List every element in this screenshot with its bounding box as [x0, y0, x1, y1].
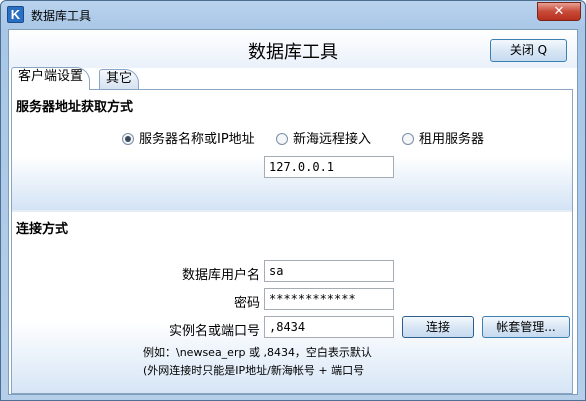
- radio-selected-icon: [122, 133, 134, 145]
- radio-unselected-icon: [276, 133, 288, 145]
- server-address-input[interactable]: 127.0.0.1: [264, 156, 394, 178]
- client-area: 数据库工具 关闭 Q 客户端设置 其它 服务器地址获取方式 服务器名称或IP地址…: [8, 29, 578, 395]
- connect-button[interactable]: 连接: [402, 316, 474, 338]
- dialog-header: 数据库工具 关闭 Q: [9, 30, 577, 68]
- account-management-button[interactable]: 帐套管理...: [482, 316, 570, 338]
- tab-strip: 客户端设置 其它: [9, 67, 577, 90]
- username-label: 数据库用户名: [181, 268, 260, 283]
- title-bar[interactable]: K 数据库工具 ✕: [1, 1, 585, 29]
- radio-rented-server[interactable]: 租用服务器: [402, 132, 484, 148]
- hint-line-2: (外网连接时只能是IP地址/新海帐号 + 端口号: [143, 364, 365, 377]
- radio-label: 服务器名称或IP地址: [139, 132, 255, 147]
- radio-unselected-icon: [402, 133, 414, 145]
- username-input[interactable]: sa: [264, 260, 394, 282]
- radio-server-name-ip[interactable]: 服务器名称或IP地址: [122, 132, 255, 148]
- server-address-group: 服务器地址获取方式 服务器名称或IP地址 新海远程接入 租用服务器 127.0.…: [12, 90, 572, 210]
- app-window: K 数据库工具 ✕ 数据库工具 关闭 Q 客户端设置 其它 服务器地址获取方式 …: [0, 0, 586, 401]
- connect-section-title: 连接方式: [16, 222, 69, 237]
- close-button[interactable]: 关闭 Q: [490, 39, 567, 62]
- tab-panel: 服务器地址获取方式 服务器名称或IP地址 新海远程接入 租用服务器 127.0.…: [11, 89, 573, 394]
- password-input[interactable]: ************: [264, 288, 394, 310]
- radio-label: 租用服务器: [419, 132, 485, 147]
- radio-label: 新海远程接入: [293, 132, 372, 147]
- app-logo-icon: K: [7, 6, 24, 23]
- instance-port-input[interactable]: ,8434: [264, 316, 394, 338]
- instance-label: 实例名或端口号: [168, 324, 260, 339]
- tab-other[interactable]: 其它: [99, 69, 140, 89]
- window-close-button[interactable]: ✕: [537, 2, 581, 21]
- window-title: 数据库工具: [31, 9, 92, 23]
- hint-line-1: 例如：\newsea_erp 或 ,8434，空白表示默认: [143, 346, 372, 359]
- server-section-title: 服务器地址获取方式: [16, 100, 134, 115]
- radio-remote-access[interactable]: 新海远程接入: [276, 132, 371, 148]
- tab-client-settings[interactable]: 客户端设置: [11, 67, 91, 90]
- password-label: 密码: [233, 296, 260, 311]
